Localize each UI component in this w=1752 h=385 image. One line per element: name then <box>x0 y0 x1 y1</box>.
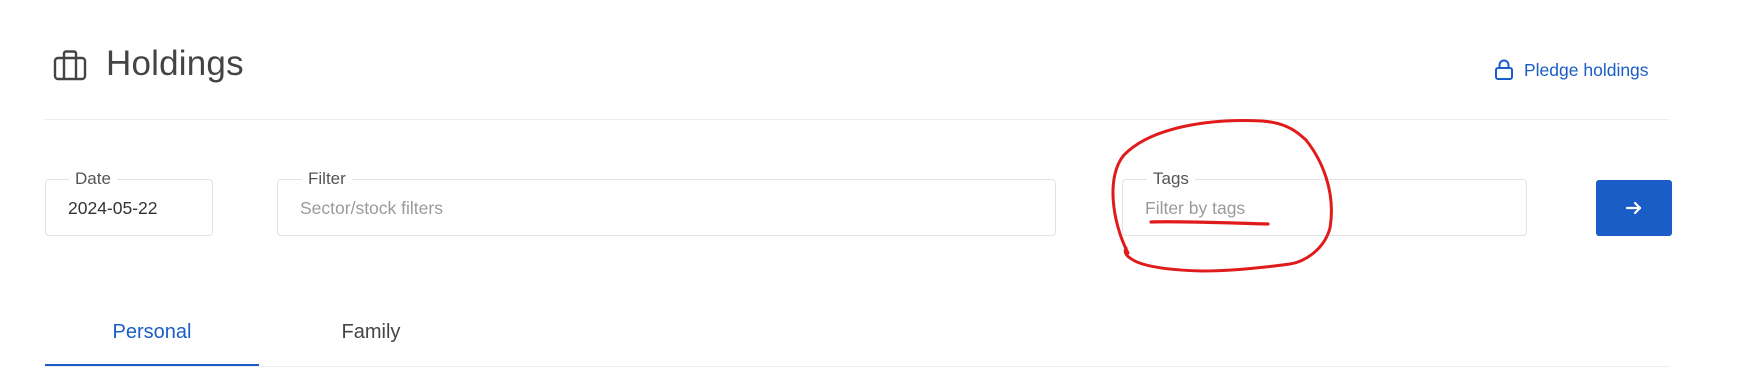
tags-field: Tags <box>1122 169 1527 236</box>
lock-icon <box>1495 59 1513 80</box>
filter-input[interactable] <box>300 196 1043 220</box>
arrow-right-icon <box>1625 201 1642 215</box>
briefcase-icon <box>53 50 87 81</box>
date-field: Date <box>45 169 213 236</box>
tabs-divider <box>45 366 1669 367</box>
submit-filters-button[interactable] <box>1596 180 1672 236</box>
tags-input[interactable] <box>1145 196 1514 220</box>
pledge-holdings-link[interactable]: Pledge holdings <box>1494 56 1649 84</box>
filter-field-label: Filter <box>302 169 352 189</box>
tags-field-label: Tags <box>1147 169 1195 189</box>
date-field-label: Date <box>69 169 117 189</box>
holdings-page: Holdings Pledge holdings Date Filter Tag… <box>0 0 1752 385</box>
filter-field: Filter <box>277 169 1056 236</box>
tab-personal[interactable]: Personal <box>45 312 259 366</box>
pledge-holdings-label: Pledge holdings <box>1524 59 1649 80</box>
header-divider <box>45 119 1669 120</box>
date-input[interactable] <box>68 196 200 220</box>
tab-family[interactable]: Family <box>264 312 478 366</box>
page-title: Holdings <box>106 44 244 83</box>
